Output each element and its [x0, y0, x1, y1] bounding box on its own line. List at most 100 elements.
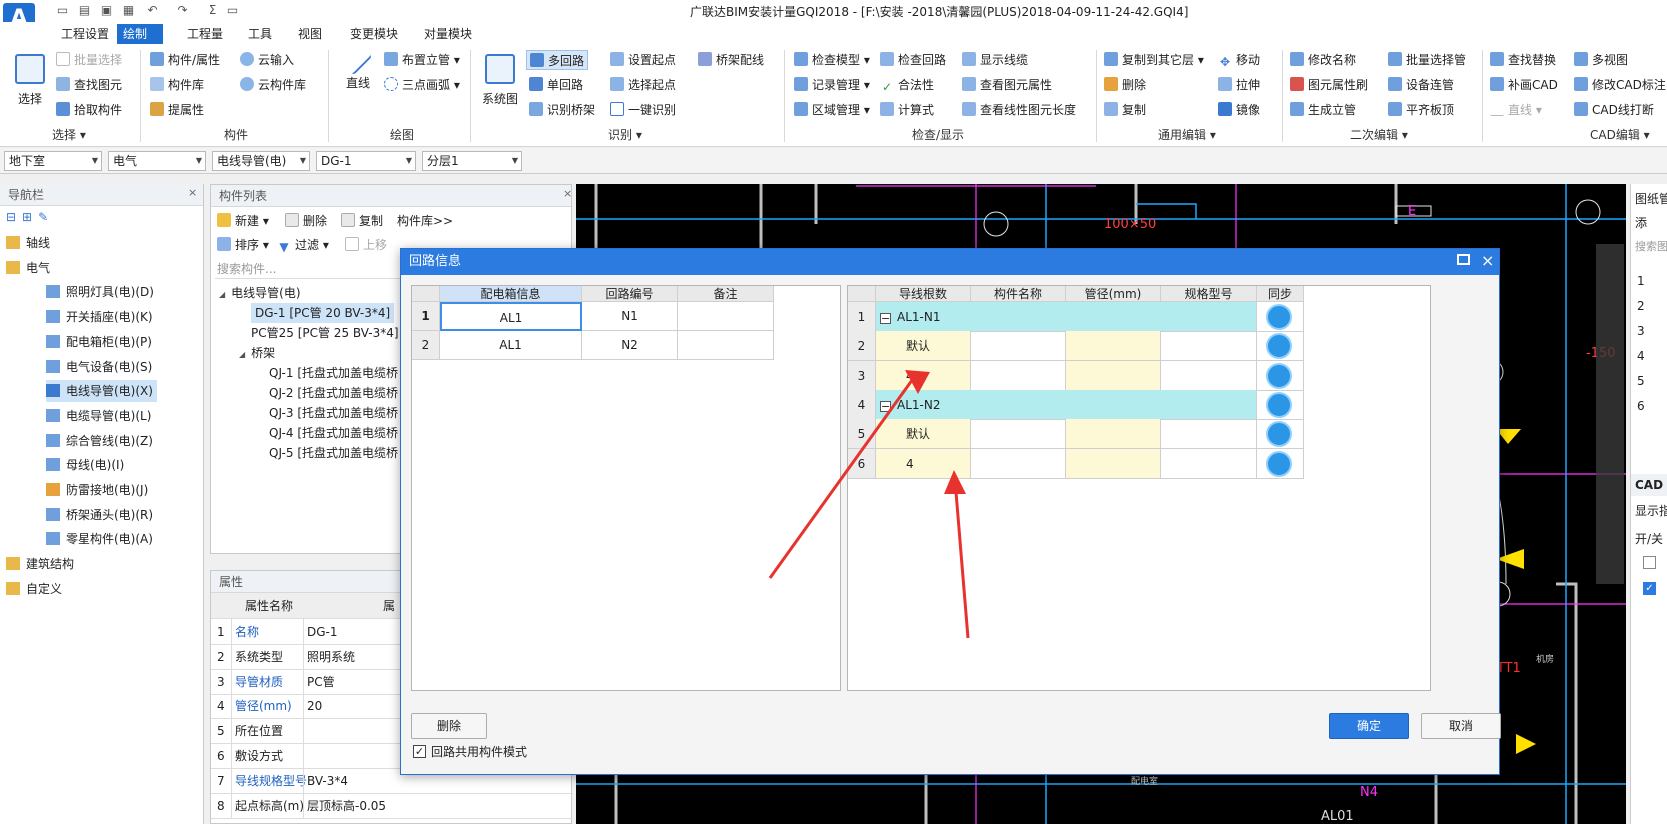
tree-item[interactable]: QJ-2 [托盘式加盖电缆桥 [269, 383, 398, 403]
nav-item[interactable]: 建筑结构 [6, 553, 74, 575]
nav-item[interactable]: 电缆导管(电)(L) [46, 405, 151, 427]
sync-icon[interactable] [1266, 304, 1292, 330]
nav-item[interactable]: 开关插座(电)(K) [46, 306, 153, 328]
nav-item[interactable]: 轴线 [6, 232, 50, 254]
tab-project-settings[interactable]: 工程设置 [55, 24, 115, 44]
line-button[interactable]: 直线 [338, 46, 378, 91]
sync-icon[interactable] [1266, 391, 1292, 418]
pipe-diameter-cell[interactable] [1066, 331, 1161, 362]
component-name-cell[interactable] [971, 360, 1066, 391]
column-header[interactable]: 同步 [1257, 286, 1304, 302]
prop-value[interactable]: DG-1 [307, 619, 338, 645]
formula-button[interactable]: 计算式 [880, 100, 934, 120]
identify-tray-button[interactable]: 识别桥架 [529, 100, 595, 120]
filter-button[interactable]: ▼ 过滤 ▾ [277, 235, 328, 255]
delete-component-button[interactable]: 删除 [285, 211, 327, 231]
tab-compare-module[interactable]: 对量模块 [418, 24, 478, 44]
maximize-icon[interactable] [1457, 254, 1470, 265]
sync-icon[interactable] [1266, 333, 1292, 360]
loop-group-row[interactable]: − AL1-N2 [876, 389, 1257, 420]
wire-count-cell[interactable]: 4 [876, 360, 971, 391]
batch-select-button[interactable]: 批量选择 [56, 50, 122, 70]
select-button[interactable]: 选择 [12, 54, 48, 107]
sort-button[interactable]: 排序 ▾ [217, 235, 269, 255]
edit-group-label[interactable]: 通用编辑 ▾ [1158, 126, 1216, 143]
gen-riser-button[interactable]: 生成立管 [1290, 100, 1356, 120]
sync-icon[interactable] [1266, 450, 1292, 477]
sync-icon[interactable] [1266, 362, 1292, 389]
record-mgmt-button[interactable]: 记录管理 ▾ [794, 75, 870, 95]
set-start-button[interactable]: 设置起点 [610, 50, 676, 70]
tab-quantity[interactable]: 工程量 [181, 24, 229, 44]
mirror-button[interactable]: 镜像 [1218, 100, 1260, 120]
cad-break-button[interactable]: CAD线打断 [1574, 100, 1654, 120]
multi-loop-button[interactable]: 多回路 [526, 50, 589, 70]
multi-view-button[interactable]: 多视图 [1574, 50, 1628, 70]
expand-triangle-icon[interactable]: ◢ [219, 290, 225, 299]
nav-item[interactable]: 电线导管(电)(X) [46, 380, 157, 403]
spec-model-cell[interactable] [1161, 331, 1257, 362]
spec-model-cell[interactable] [1161, 448, 1257, 479]
nav-item[interactable]: 综合管线(电)(Z) [46, 430, 153, 452]
nav-item[interactable]: 照明灯具(电)(D) [46, 281, 154, 303]
prop-value[interactable]: BV-3*4 [307, 768, 348, 794]
column-header[interactable]: 备注 [678, 286, 774, 302]
view-length-button[interactable]: 查看线性图元长度 [962, 100, 1076, 120]
select-group-label[interactable]: 选择 ▾ [52, 126, 86, 143]
arc-button[interactable]: 三点画弧 ▾ [384, 75, 460, 95]
layout-riser-button[interactable]: 布置立管 ▾ [384, 50, 460, 70]
check-loop-button[interactable]: 检查回路 [880, 50, 946, 70]
wire-count-cell[interactable]: 默认 [876, 331, 971, 362]
cloud-input-button[interactable]: 云输入 [240, 50, 294, 70]
nav-item[interactable]: 桥架通头(电)(R) [46, 504, 153, 526]
loop-number-cell[interactable]: N1 [582, 302, 678, 331]
bim-icon[interactable]: ▦ [121, 3, 136, 17]
property-row[interactable]: 8 起点标高(m) 层顶标高-0.05 [211, 792, 573, 819]
component-select[interactable]: DG-1 ▼ [316, 151, 416, 171]
move-up-button[interactable]: 上移 [345, 235, 387, 255]
batch-pipe-button[interactable]: 批量选择管 [1388, 50, 1466, 70]
open-file-icon[interactable]: ▤ [77, 3, 92, 17]
expand-triangle-icon[interactable]: ◢ [239, 350, 245, 359]
tree-item[interactable]: QJ-1 [托盘式加盖电缆桥 [269, 363, 398, 383]
component-type-select[interactable]: 电线导管(电) ▼ [212, 151, 310, 171]
tree-item[interactable]: PC管25 [PC管 25 BV-3*4] [251, 323, 399, 343]
close-icon[interactable]: × [563, 187, 572, 200]
move-button[interactable]: ✥ 移动 [1218, 50, 1260, 70]
ok-button[interactable]: 确定 [1329, 713, 1409, 739]
single-loop-button[interactable]: 单回路 [529, 75, 583, 95]
spec-model-cell[interactable] [1161, 419, 1257, 450]
column-header[interactable]: 构件名称 [971, 286, 1066, 302]
tree-item[interactable]: ◢ 桥架 [239, 343, 275, 363]
new-file-icon[interactable]: ▭ [55, 3, 70, 17]
edit2-group-label[interactable]: 二次编辑 ▾ [1350, 126, 1408, 143]
stretch-button[interactable]: 拉伸 [1218, 75, 1260, 95]
pipe-diameter-cell[interactable] [1066, 448, 1161, 479]
cad-group-label[interactable]: CAD编辑 ▾ [1590, 126, 1650, 143]
device-pipe-button[interactable]: 设备连管 [1388, 75, 1454, 95]
tab-change-module[interactable]: 变更模块 [344, 24, 404, 44]
shared-mode-checkbox[interactable]: ✓ [413, 745, 426, 758]
nav-toolbar-icons[interactable]: ⊟⊞✎ [6, 210, 54, 224]
tab-view[interactable]: 视图 [292, 24, 328, 44]
delete-row-button[interactable]: 删除 [411, 713, 487, 739]
spec-model-cell[interactable] [1161, 360, 1257, 391]
floor-select[interactable]: 地下室 ▼ [4, 151, 102, 171]
find-replace-button[interactable]: 查找替换 [1490, 50, 1556, 70]
cloud-lib-button[interactable]: 云构件库 [240, 75, 306, 95]
attr-brush-button[interactable]: 图元属性刷 [1290, 75, 1368, 95]
pipe-diameter-cell[interactable] [1066, 419, 1161, 450]
loop-group-row[interactable]: − AL1-N1 [876, 302, 1257, 332]
column-header[interactable]: 配电箱信息 [440, 286, 582, 302]
find-element-button[interactable]: 查找图元 [56, 75, 122, 95]
prop-value[interactable]: 照明系统 [307, 644, 355, 670]
column-header[interactable]: 管径(mm) [1066, 286, 1161, 302]
wire-count-cell[interactable]: 默认 [876, 419, 971, 450]
gqi-icon[interactable]: ▣ [99, 3, 114, 17]
collapse-icon[interactable]: − [880, 313, 891, 324]
nav-item[interactable]: 零星构件(电)(A) [46, 528, 153, 550]
view-attr-button[interactable]: 查看图元属性 [962, 75, 1052, 95]
wire-count-cell[interactable]: 4 [876, 448, 971, 479]
cancel-button[interactable]: 取消 [1421, 713, 1501, 739]
copy-button[interactable]: 复制 [1104, 100, 1146, 120]
